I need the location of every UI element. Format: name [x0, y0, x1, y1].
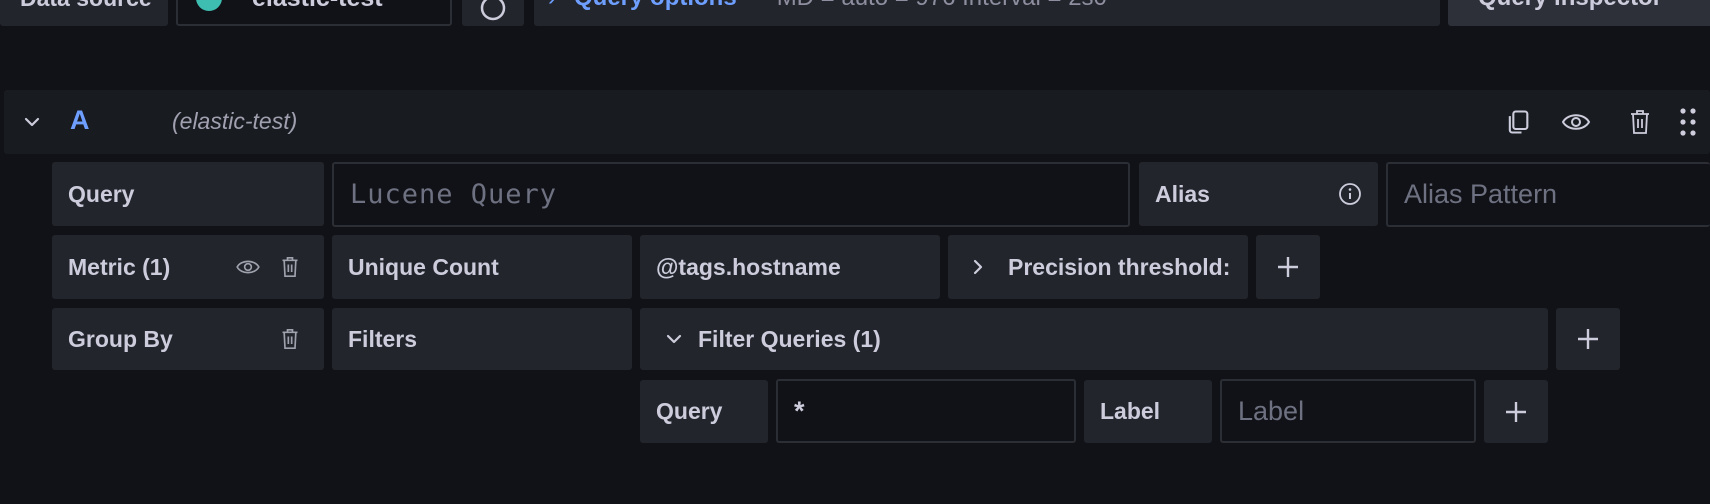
eye-icon — [236, 260, 260, 274]
query-options-label[interactable]: Query options — [574, 0, 737, 12]
chevron-down-icon — [24, 117, 40, 127]
query-datasource-name: (elastic-test) — [172, 108, 298, 134]
lucene-query-placeholder: Lucene Query — [350, 179, 558, 210]
trash-icon — [282, 257, 298, 277]
plus-icon — [1506, 401, 1526, 422]
eye-icon — [1561, 114, 1591, 130]
filter-query-label-text: Query — [656, 398, 723, 424]
filter-label-placeholder: Label — [1238, 395, 1305, 426]
drag-handle[interactable] — [1678, 106, 1698, 138]
query-inspector-button[interactable]: Query inspector — [1448, 0, 1710, 26]
datasource-label: Data source — [20, 0, 152, 12]
filter-label-label: Label — [1084, 380, 1212, 443]
metric-type-select[interactable]: Unique Count — [332, 235, 632, 299]
filter-label-input[interactable]: Label — [1220, 379, 1476, 443]
collapse-button[interactable] — [12, 90, 52, 154]
alias-pattern-input[interactable]: Alias Pattern — [1386, 162, 1710, 227]
precision-threshold-label: Precision threshold: — [1008, 253, 1231, 280]
group-by-type-select[interactable]: Filters — [332, 308, 632, 370]
trash-icon — [282, 329, 298, 349]
metric-field-value: @tags.hostname — [656, 253, 841, 280]
remove-metric-button[interactable] — [274, 251, 306, 283]
chevron-right-icon: › — [548, 0, 556, 12]
elastic-logo-icon — [196, 0, 222, 11]
group-by-label-text: Group By — [68, 325, 173, 352]
filter-query-input[interactable]: * — [776, 379, 1076, 443]
datasource-label-box: Data source — [0, 0, 168, 26]
alias-pattern-placeholder: Alias Pattern — [1404, 179, 1558, 209]
filter-query-label: Query — [640, 380, 768, 443]
metric-label: Metric (1) — [52, 235, 324, 299]
add-filter-button[interactable] — [1484, 380, 1548, 443]
remove-query-button[interactable] — [1622, 104, 1658, 140]
duplicate-query-button[interactable] — [1500, 104, 1536, 140]
query-row-header[interactable]: A (elastic-test) — [4, 90, 1710, 154]
metric-label-text: Metric (1) — [68, 253, 171, 280]
group-by-type-value: Filters — [348, 325, 418, 352]
datasource-picker[interactable]: elastic-test — [176, 0, 452, 26]
metric-field-select[interactable]: @tags.hostname — [640, 235, 940, 299]
add-metric-button[interactable] — [1256, 235, 1320, 299]
alias-label-text: Alias — [1155, 180, 1210, 207]
plus-icon — [1578, 329, 1598, 349]
filter-label-label-text: Label — [1100, 398, 1161, 424]
group-by-label: Group By — [52, 308, 324, 370]
filter-queries-toggle[interactable]: Filter Queries (1) — [640, 308, 1548, 370]
add-group-by-button[interactable] — [1556, 308, 1620, 370]
query-inspector-label: Query inspector — [1478, 0, 1662, 12]
metric-type-value: Unique Count — [348, 253, 499, 280]
query-label: Query — [52, 162, 324, 226]
datasource-name: elastic-test — [252, 0, 383, 13]
toggle-metric-visibility-button[interactable] — [230, 251, 266, 283]
chevron-right-icon — [973, 259, 983, 275]
filter-queries-label: Filter Queries (1) — [698, 325, 881, 352]
query-options-summary: MD = auto = 976 Interval = 2s0 — [777, 0, 1107, 12]
copy-icon — [1508, 110, 1529, 134]
plus-icon — [1278, 257, 1298, 277]
remove-group-by-button[interactable] — [274, 323, 306, 355]
info-icon[interactable] — [1338, 182, 1362, 206]
query-options-bar[interactable]: › Query options MD = auto = 976 Interval… — [534, 0, 1440, 26]
filter-query-value: * — [794, 395, 805, 426]
query-ref-id[interactable]: A — [70, 105, 90, 136]
query-label-text: Query — [68, 180, 135, 207]
datasource-settings-button[interactable] — [462, 0, 524, 26]
circle-icon — [480, 0, 506, 21]
alias-label: Alias — [1139, 162, 1378, 226]
trash-icon — [1631, 110, 1649, 134]
metric-settings-toggle[interactable]: Precision threshold: — [948, 235, 1248, 299]
chevron-down-icon — [666, 334, 682, 344]
drag-handle-icon — [1680, 108, 1696, 136]
lucene-query-input[interactable]: Lucene Query — [332, 162, 1130, 227]
toggle-visibility-button[interactable] — [1556, 104, 1596, 140]
